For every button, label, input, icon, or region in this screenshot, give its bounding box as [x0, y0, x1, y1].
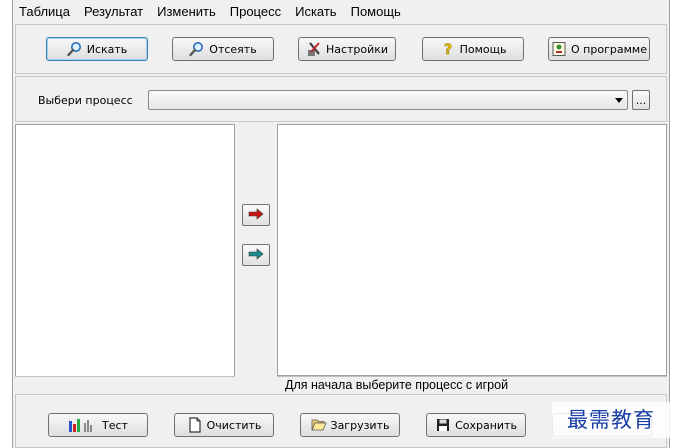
about-button-label: О программе [571, 42, 647, 56]
menu-help[interactable]: Помощь [351, 4, 401, 19]
menu-table[interactable]: Таблица [19, 4, 70, 19]
question-icon: ? [440, 41, 456, 57]
about-button[interactable]: О программе [548, 37, 650, 61]
arrow-right-icon [248, 207, 264, 223]
help-button[interactable]: ? Помощь [422, 37, 524, 61]
menu-process[interactable]: Процесс [230, 4, 281, 19]
app-window: Таблица Результат Изменить Процесс Искат… [12, 0, 670, 448]
process-dropdown[interactable] [148, 90, 628, 110]
menu-bar: Таблица Результат Изменить Процесс Искат… [13, 0, 669, 22]
load-button-label: Загрузить [330, 418, 390, 432]
menu-result[interactable]: Результат [84, 4, 143, 19]
watermark-text: 最需教育 [552, 402, 670, 438]
left-status-bar [15, 376, 235, 390]
tools-icon [306, 41, 322, 57]
test-button[interactable]: Тест [48, 413, 148, 437]
clear-button[interactable]: Очистить [174, 413, 274, 437]
filter-button[interactable]: Отсеять [172, 37, 274, 61]
chevron-down-icon [615, 98, 623, 103]
filter-button-label: Отсеять [209, 42, 257, 56]
search-button-label: Искать [86, 42, 128, 56]
arrow-teal-icon [248, 247, 264, 263]
right-status-bar: Для начала выберите процесс с игрой [277, 376, 667, 392]
new-document-icon [187, 417, 203, 433]
help-button-label: Помощь [459, 42, 507, 56]
settings-button-label: Настройки [325, 42, 389, 56]
address-list-left[interactable] [15, 124, 235, 390]
move-left-button[interactable] [242, 244, 270, 266]
process-panel: Выбери процесс ... [15, 76, 667, 122]
toolbar: Искать Отсеять Настройки ? Помощь О прог… [15, 24, 667, 74]
floppy-disk-icon [435, 417, 451, 433]
svg-text:?: ? [444, 42, 452, 57]
filter-search-icon [189, 41, 205, 57]
process-label: Выбери процесс [38, 94, 133, 107]
move-right-button[interactable] [242, 204, 270, 226]
search-icon [67, 41, 83, 57]
test-button-label: Тест [102, 418, 128, 432]
clear-button-label: Очистить [206, 418, 262, 432]
settings-button[interactable]: Настройки [298, 37, 396, 61]
menu-search[interactable]: Искать [295, 4, 337, 19]
menu-edit[interactable]: Изменить [157, 4, 216, 19]
about-icon [551, 41, 567, 57]
browse-button[interactable]: ... [632, 90, 650, 110]
save-button[interactable]: Сохранить [426, 413, 526, 437]
folder-open-icon [310, 417, 327, 433]
bar-chart-icon [68, 417, 98, 433]
search-button[interactable]: Искать [46, 37, 148, 61]
address-list-right[interactable] [277, 124, 667, 376]
save-button-label: Сохранить [455, 418, 517, 432]
load-button[interactable]: Загрузить [300, 413, 400, 437]
